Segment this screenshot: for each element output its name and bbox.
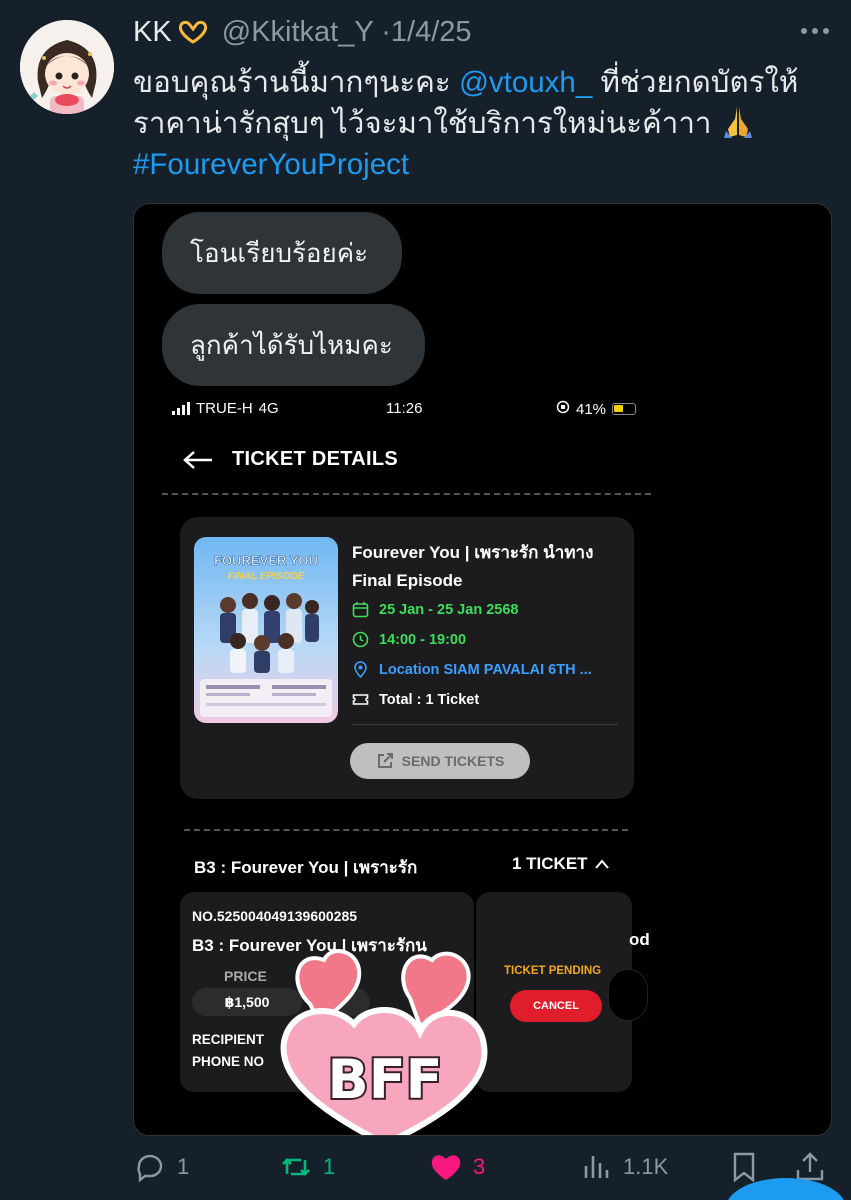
views-button[interactable]: 1.1K [579, 1150, 668, 1184]
sticker-text: BFF [328, 1048, 443, 1111]
tweet-date[interactable]: 1/4/25 [391, 16, 472, 48]
back-arrow-icon[interactable] [182, 450, 214, 470]
cancel-button[interactable]: CANCEL [510, 990, 602, 1022]
like-button[interactable]: 3 [429, 1150, 485, 1184]
phone-status-bar: TRUE-H 4G 11:26 41% [134, 400, 654, 424]
heart-hands-icon [178, 19, 208, 44]
ticket-zone-row[interactable]: B3 : Fourever You | เพราะรัก 1 TICKET [194, 854, 634, 881]
ticket-count: 1 TICKET [512, 854, 588, 873]
external-link-icon [377, 753, 393, 768]
calendar-icon [352, 602, 369, 618]
bookmark-icon [733, 1152, 755, 1183]
battery-info: 41% [556, 400, 637, 418]
view-count: 1.1K [623, 1154, 669, 1179]
poster-title: FOUREVER YOU [214, 553, 318, 568]
ticket-name-overflow: od [629, 930, 650, 949]
page-title: TICKET DETAILS [232, 448, 399, 470]
send-tickets-label: SEND TICKETS [401, 753, 505, 769]
chevron-up-icon [594, 859, 609, 869]
phone-label: PHONE NO [192, 1054, 265, 1069]
clock-icon [352, 631, 369, 648]
chat-bubble: ลูกค้าได้รับไหมคะ [162, 304, 425, 386]
divider [162, 493, 651, 495]
event-date-row: 25 Jan - 25 Jan 2568 [352, 601, 518, 618]
battery-percent: 41% [576, 400, 607, 418]
heart-icon [431, 1155, 461, 1180]
poster-subtitle: FINAL EPISODE [228, 571, 305, 582]
views-bar-icon [584, 1156, 609, 1178]
reply-icon [137, 1154, 163, 1183]
carrier-info: TRUE-H 4G [172, 400, 279, 417]
divider [184, 829, 628, 831]
handle[interactable]: @Kkitkat_Y [222, 16, 373, 48]
event-location-row[interactable]: Location SIAM PAVALAI 6TH ... [352, 661, 592, 678]
ticket-number: NO.525004049139600285 [192, 908, 358, 924]
event-time-row: 14:00 - 19:00 [352, 631, 466, 648]
location-pin-icon [354, 661, 367, 678]
zone-name: B3 : Fourever You | เพราะรัก [194, 858, 418, 877]
more-options-icon[interactable] [801, 28, 829, 34]
event-location[interactable]: Location SIAM PAVALAI 6TH ... [379, 662, 592, 678]
zone-ticket-count[interactable]: 1 TICKET [512, 854, 610, 874]
battery-icon [612, 403, 637, 415]
signal-icon [172, 402, 190, 415]
mention-link[interactable]: @vtouxh_ [459, 66, 592, 99]
reply-count: 1 [177, 1154, 190, 1179]
retweet-icon [282, 1158, 310, 1176]
status-time: 11:26 [386, 400, 423, 417]
bookmark-button[interactable] [727, 1150, 761, 1184]
ticket-icon [352, 694, 369, 705]
ticket-total-row: Total : 1 Ticket [352, 691, 479, 708]
ticket-total: Total : 1 Ticket [379, 691, 480, 708]
avatar[interactable] [20, 20, 114, 114]
retweet-count: 1 [323, 1154, 336, 1179]
separator: · [381, 16, 391, 48]
reply-button[interactable]: 1 [133, 1150, 189, 1184]
tweet-text-line1: ขอบคุณร้านนี้มากๆนะคะ [133, 66, 451, 99]
event-time: 14:00 - 19:00 [379, 631, 467, 648]
ticket-details-header: TICKET DETAILS [182, 448, 398, 471]
folded-hands-emoji-icon [720, 105, 756, 139]
event-card: FOUREVER YOU FINAL EPISODE Fourever You … [180, 517, 634, 799]
send-tickets-button[interactable]: SEND TICKETS [350, 743, 530, 779]
tweet-text-line1-tail: ที่ช่วยกดบัตรให้ [592, 66, 799, 99]
retweet-button[interactable]: 1 [279, 1150, 335, 1184]
tweet-text: ขอบคุณร้านนี้มากๆนะคะ @vtouxh_ ที่ช่วยกด… [133, 62, 833, 185]
bff-hearts-sticker: BFF [280, 949, 488, 1135]
orientation-lock-icon [556, 400, 570, 418]
ticket-status: TICKET PENDING [504, 965, 602, 977]
event-name: Fourever You | เพราะรัก นำทาง Final Epis… [352, 543, 594, 590]
event-date: 25 Jan - 25 Jan 2568 [379, 601, 519, 618]
display-name[interactable]: KK [133, 16, 172, 48]
network-type: 4G [258, 400, 279, 417]
hashtag-link[interactable]: #FoureverYouProject [133, 148, 409, 181]
like-count: 3 [473, 1154, 486, 1179]
divider [352, 724, 618, 725]
tweet-header: KK @Kkitkat_Y ·1/4/25 [133, 16, 472, 49]
carrier-name: TRUE-H [196, 400, 253, 417]
chat-bubble: โอนเรียบร้อยค่ะ [162, 212, 402, 294]
tweet-media-image[interactable]: โอนเรียบร้อยค่ะ ลูกค้าได้รับไหมคะ TRUE-H… [133, 203, 832, 1136]
price-label: PRICE [224, 968, 267, 984]
event-poster-image: FOUREVER YOU FINAL EPISODE [194, 537, 338, 723]
tweet-actions: 1 1 3 1.1K [133, 1150, 833, 1190]
swipe-handle[interactable] [608, 969, 648, 1021]
tweet-text-line2: ราคาน่ารักสุบๆ ไว้จะมาใช้บริการใหม่นะค้า… [133, 107, 712, 140]
recipient-label: RECIPIENT [192, 1032, 265, 1047]
